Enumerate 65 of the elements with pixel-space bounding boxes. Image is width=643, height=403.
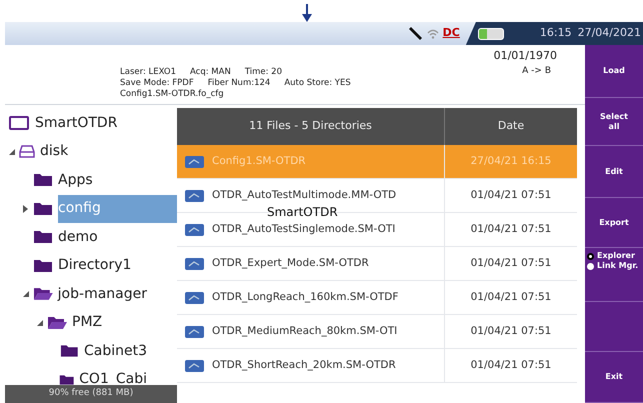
radio-button[interactable] [587,252,594,260]
file-icon [185,326,204,338]
tree-item[interactable]: Cabinet3 [84,337,177,366]
info-date: 01/01/1970 [494,48,557,64]
monitor-icon [9,116,29,130]
tree-item[interactable]: disk [40,138,98,166]
open-folder-icon [47,316,67,330]
file-date: 27/04/21 16:15 [470,154,552,169]
info-text: Fiber Num:124 [208,78,270,89]
folder-icon [33,230,53,244]
tree-item[interactable]: Directory1 [58,252,162,280]
file-row[interactable]: OTDR_LongReach_160km.SM-OTDF 01/04/21 07:51 [177,281,577,315]
file-name: OTDR_AutoTestSinglemode.SM-OTI [212,222,396,237]
folder-icon [33,258,53,273]
direction-text: A -> B [522,64,551,78]
tree-item[interactable]: Apps [58,166,123,194]
tree-item[interactable]: demo [58,223,128,252]
info-text: Auto Store: YES [284,78,351,89]
radio-label: Explorer [597,251,635,261]
info-text: Time: 20 [244,67,282,78]
folder-icon [33,202,53,216]
file-name: Config1.SM-OTDR [212,154,306,169]
info-text: Save Mode: FPDF [120,78,194,89]
info-text: Laser: LEXO1 [120,67,176,78]
file-row[interactable]: OTDR_MediumReach_80km.SM-OTI 01/04/21 07:51 [177,315,577,349]
file-name: OTDR_LongReach_160km.SM-OTDF [212,290,398,305]
wifi-icon [426,28,439,38]
free-space-text: 90% free (881 MB) [48,387,134,400]
file-name: OTDR_MediumReach_80km.SM-OTI [212,324,398,339]
file-icon [185,156,204,168]
folder-icon [33,173,53,188]
file-name: OTDR_ShortReach_20km.SM-OTDR [212,358,396,373]
tree-item[interactable]: job-manager [58,280,177,308]
folder-icon [60,344,79,358]
info-text: Config1.SM-OTDR.fo_cfg [120,89,224,100]
tree-item[interactable]: PMZ [72,308,132,337]
file-icon [185,190,204,202]
file-date: 01/04/21 07:51 [470,222,552,237]
file-date: 01/04/21 07:51 [470,324,552,339]
file-icon [185,360,204,372]
drive-icon [19,145,35,158]
radio-label: Link Mgr. [597,261,638,271]
column-header[interactable]: Date [445,108,577,145]
file-icon [185,292,204,304]
battery-icon [478,28,504,40]
arrow-icon [300,4,312,22]
file-date: 01/04/21 07:51 [470,256,552,271]
tree-item[interactable]: SmartOTDR [35,109,148,138]
radio-button[interactable] [587,262,594,270]
file-icon [185,258,204,270]
open-folder-icon [32,287,53,302]
tree-item[interactable]: CO1_Cabi [79,366,177,385]
pen-icon [406,26,423,40]
file-icon [185,224,204,236]
clock-time: 16:15 [540,25,572,42]
file-date: 01/04/21 07:51 [470,188,552,203]
file-date: 01/04/21 07:51 [470,290,552,305]
clock-date: 27/04/2021 [578,25,641,42]
file-row[interactable]: OTDR_ShortReach_20km.SM-OTDR 01/04/21 07:51 [177,349,577,383]
file-name: OTDR_AutoTestMultimode.MM-OTD [212,188,396,203]
power-label: DC [442,25,460,42]
info-text: Acq: MAN [190,67,231,78]
file-date: 01/04/21 07:51 [470,358,552,373]
file-row[interactable]: OTDR_Expert_Mode.SM-OTDR 01/04/21 07:51 [177,247,577,281]
file-name: OTDR_Expert_Mode.SM-OTDR [212,256,369,271]
